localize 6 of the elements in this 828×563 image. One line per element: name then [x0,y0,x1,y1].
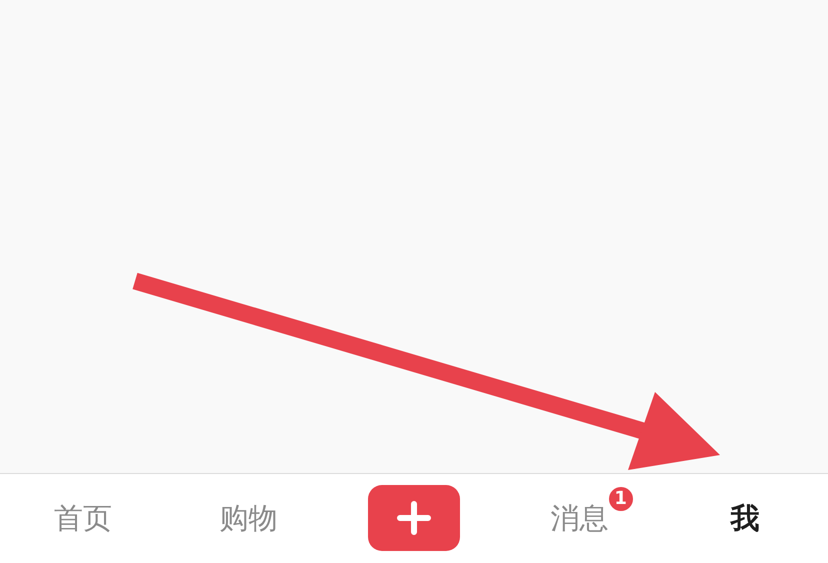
tab[interactable]: 我 [724,494,766,542]
add-button[interactable] [368,484,460,550]
tab[interactable]: 购物 [213,494,284,542]
plus-icon [396,500,431,534]
notification-badge: 1 [606,484,635,512]
tab[interactable]: 首页 [48,494,118,542]
